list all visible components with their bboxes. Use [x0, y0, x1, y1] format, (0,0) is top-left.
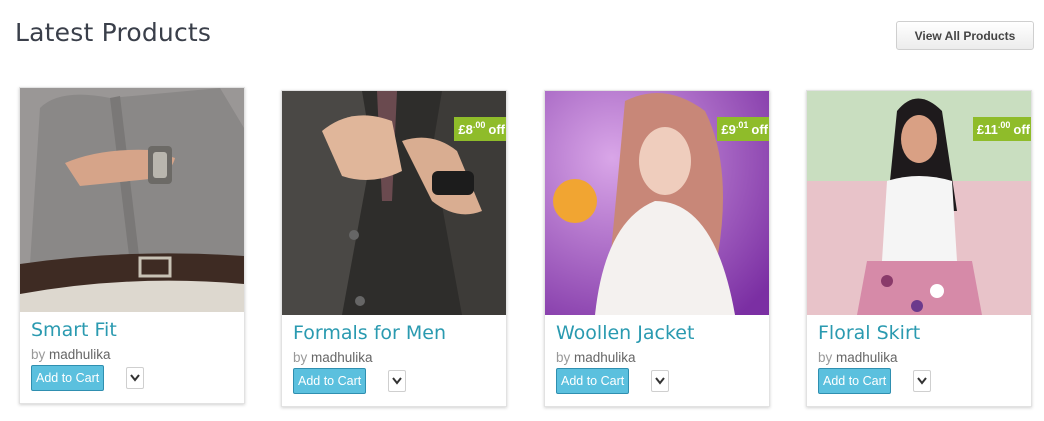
product-card: Smart Fit by madhulika Add to Cart — [19, 87, 245, 404]
more-options-button[interactable] — [388, 370, 407, 392]
add-to-cart-button[interactable]: Add to Cart — [31, 365, 105, 391]
author-name: madhulika — [574, 350, 636, 365]
author-name: madhulika — [836, 350, 898, 365]
chevron-down-icon — [130, 374, 141, 382]
discount-badge: £8.00 off — [454, 117, 506, 146]
product-title-link[interactable]: Smart Fit — [31, 319, 233, 341]
product-author: by madhulika — [818, 350, 1020, 365]
by-label: by — [31, 347, 46, 362]
product-title-link[interactable]: Woollen Jacket — [556, 322, 758, 344]
add-to-cart-button[interactable]: Add to Cart — [556, 368, 630, 394]
author-name: madhulika — [311, 350, 373, 365]
by-label: by — [293, 350, 308, 365]
more-options-button[interactable] — [651, 370, 670, 392]
product-card: £8.00 off Formals for Men by madhulika Ad… — [281, 90, 507, 407]
product-author: by madhulika — [31, 347, 233, 362]
author-name: madhulika — [49, 347, 111, 362]
product-author: by madhulika — [556, 350, 758, 365]
product-author: by madhulika — [293, 350, 495, 365]
view-all-products-button[interactable]: View All Products — [896, 21, 1034, 50]
more-options-button[interactable] — [126, 367, 145, 389]
by-label: by — [818, 350, 833, 365]
add-to-cart-button[interactable]: Add to Cart — [818, 368, 892, 394]
discount-badge: £11.00 off — [972, 117, 1031, 141]
chevron-down-icon — [655, 377, 666, 385]
product-image[interactable] — [20, 88, 244, 312]
chevron-down-icon — [392, 377, 403, 385]
product-title-link[interactable]: Formals for Men — [293, 322, 495, 344]
product-image[interactable]: £11.00 off — [807, 91, 1031, 315]
chevron-down-icon — [917, 377, 928, 385]
product-image[interactable]: £8.00 off — [282, 91, 506, 315]
by-label: by — [556, 350, 571, 365]
more-options-button[interactable] — [913, 370, 932, 392]
product-card: £11.00 off Floral Skirt by madhulika Add … — [806, 90, 1032, 407]
product-card: £9.01 off Woollen Jacket by madhulika Add… — [544, 90, 770, 407]
product-title-link[interactable]: Floral Skirt — [818, 322, 1020, 344]
add-to-cart-button[interactable]: Add to Cart — [293, 368, 367, 394]
product-image[interactable]: £9.01 off — [545, 91, 769, 315]
discount-badge: £9.01 off — [717, 117, 769, 146]
section-title: Latest Products — [15, 18, 212, 47]
